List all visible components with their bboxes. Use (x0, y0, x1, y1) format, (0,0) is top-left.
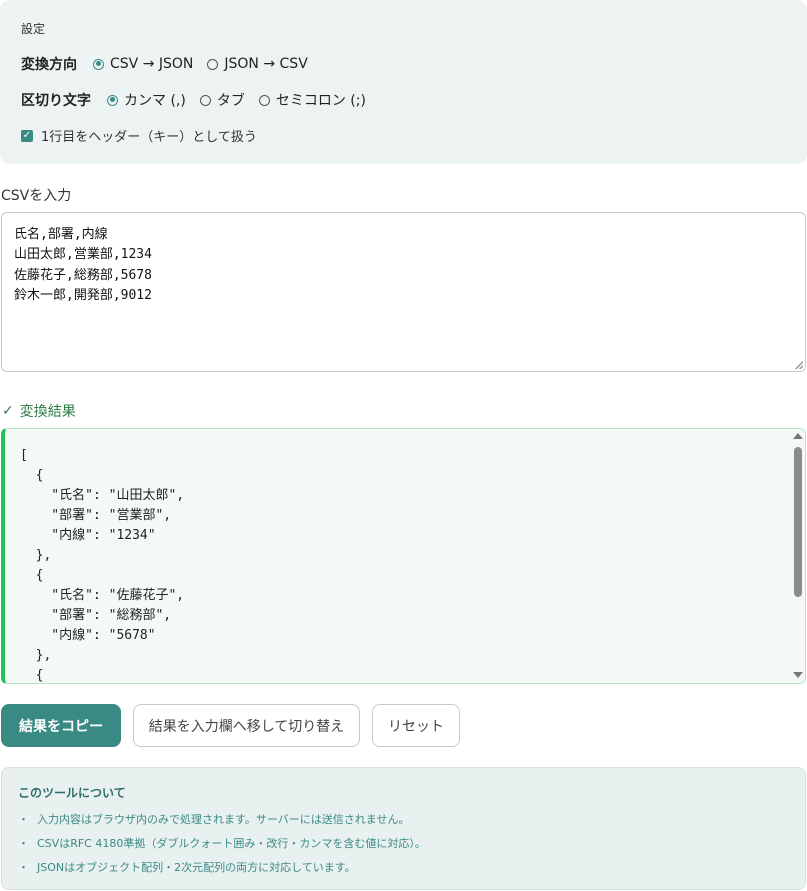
radio-csv-to-json[interactable]: CSV → JSON (93, 56, 193, 72)
about-title: このツールについて (18, 786, 126, 800)
result-json-text: [ { "氏名": "山田太郎", "部署": "営業部", "内線": "12… (20, 448, 185, 683)
about-item: ・ JSONはオブジェクト配列・2次元配列の両方に対応しています。 (18, 856, 426, 880)
about-item: ・ CSVはRFC 4180準拠（ダブルクォート囲み・改行・カンマを含む値に対応）… (18, 832, 426, 856)
radio-dot-icon (93, 58, 104, 70)
about-list: ・入力内容はブラウザ内のみで処理されます。サーバーには送信されません。 ・ CSV… (18, 808, 426, 880)
resize-grip-icon[interactable] (795, 361, 803, 369)
success-check-icon: ✓ (2, 403, 14, 419)
settings-panel: 設定 変換方向 CSV → JSON JSON → CSV 区切り文字 カンマ … (0, 0, 807, 164)
radio-tab[interactable]: タブ (199, 90, 245, 110)
bullet-icon: ・ (18, 813, 29, 826)
about-item-text: CSVはRFC 4180準拠（ダブルクォート囲み・改行・カンマを含む値に対応）。 (37, 837, 426, 850)
radio-label: タブ (216, 93, 245, 109)
checkbox-check-icon: ✓ (21, 129, 33, 142)
radio-dot-icon (107, 94, 118, 106)
about-item: ・入力内容はブラウザ内のみで処理されます。サーバーには送信されません。 (18, 808, 426, 832)
result-label: ✓ 変換結果 (2, 401, 76, 421)
direction-label: 変換方向 (21, 57, 77, 73)
radio-label: カンマ (,) (124, 93, 186, 109)
reset-button[interactable]: リセット (372, 704, 460, 747)
scroll-down-icon[interactable] (793, 672, 803, 678)
delimiter-row: 区切り文字 カンマ (,) タブ セミコロン (;) (21, 90, 380, 110)
about-item-text: JSONはオブジェクト配列・2次元配列の両方に対応しています。 (37, 861, 356, 874)
csv-input-textarea[interactable]: 氏名,部署,内線 山田太郎,営業部,1234 佐藤花子,総務部,5678 鈴木一… (1, 212, 806, 372)
about-panel: このツールについて ・入力内容はブラウザ内のみで処理されます。サーバーには送信さ… (1, 767, 806, 890)
radio-json-to-csv[interactable]: JSON → CSV (207, 56, 308, 72)
scroll-up-icon[interactable] (793, 433, 803, 439)
header-checkbox-label: 1行目をヘッダー（キー）として扱う (41, 130, 257, 145)
result-label-text: 変換結果 (19, 404, 76, 420)
scroll-thumb[interactable] (794, 447, 802, 597)
radio-semicolon[interactable]: セミコロン (;) (258, 90, 366, 110)
bullet-icon: ・ (18, 861, 29, 874)
radio-label: セミコロン (;) (275, 93, 366, 109)
radio-label: CSV → JSON (110, 56, 194, 72)
bullet-icon: ・ (18, 837, 29, 850)
header-checkbox[interactable]: ✓ 1行目をヘッダー（キー）として扱う (21, 126, 257, 145)
result-output[interactable]: [ { "氏名": "山田太郎", "部署": "営業部", "内線": "12… (1, 428, 806, 684)
about-item-text: 入力内容はブラウザ内のみで処理されます。サーバーには送信されません。 (37, 813, 410, 826)
move-to-input-button[interactable]: 結果を入力欄へ移して切り替え (133, 704, 360, 747)
settings-title: 設定 (21, 22, 46, 36)
radio-comma[interactable]: カンマ (,) (107, 90, 186, 110)
radio-dot-icon (199, 94, 211, 106)
input-label: CSVを入力 (1, 188, 72, 204)
result-scrollbar[interactable] (791, 429, 805, 683)
radio-dot-icon (258, 94, 270, 106)
direction-row: 変換方向 CSV → JSON JSON → CSV (21, 54, 322, 74)
radio-dot-icon (207, 58, 219, 70)
delimiter-label: 区切り文字 (21, 93, 91, 109)
copy-result-button[interactable]: 結果をコピー (1, 704, 121, 747)
radio-label: JSON → CSV (224, 56, 308, 72)
